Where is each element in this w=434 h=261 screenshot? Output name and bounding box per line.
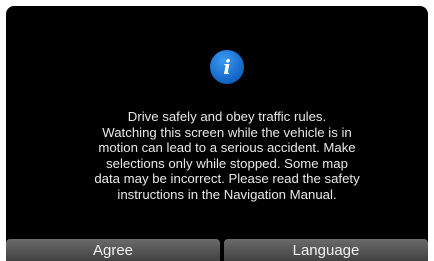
info-icon-glyph: i (223, 55, 231, 79)
message-line: Drive safely and obey traffic rules. (127, 109, 327, 124)
language-button[interactable]: Language (224, 239, 428, 261)
info-icon: i (210, 50, 244, 84)
agree-button[interactable]: Agree (6, 239, 220, 261)
device-frame: i Drive safely and obey traffic rules. W… (0, 0, 434, 261)
safety-message: Drive safely and obey traffic rules. Wat… (26, 109, 428, 203)
message-line: instructions in the Navigation Manual. (117, 186, 337, 202)
message-line: data may be incorrect. Please read the s… (94, 171, 360, 187)
message-line: motion can lead to a serious accident. M… (98, 140, 356, 156)
button-bar: Agree Language (6, 239, 428, 261)
message-line: selections only while stopped. Some map (106, 155, 348, 171)
message-line: Watching this screen while the vehicle i… (102, 124, 352, 140)
safety-warning-screen: i Drive safely and obey traffic rules. W… (6, 6, 428, 261)
